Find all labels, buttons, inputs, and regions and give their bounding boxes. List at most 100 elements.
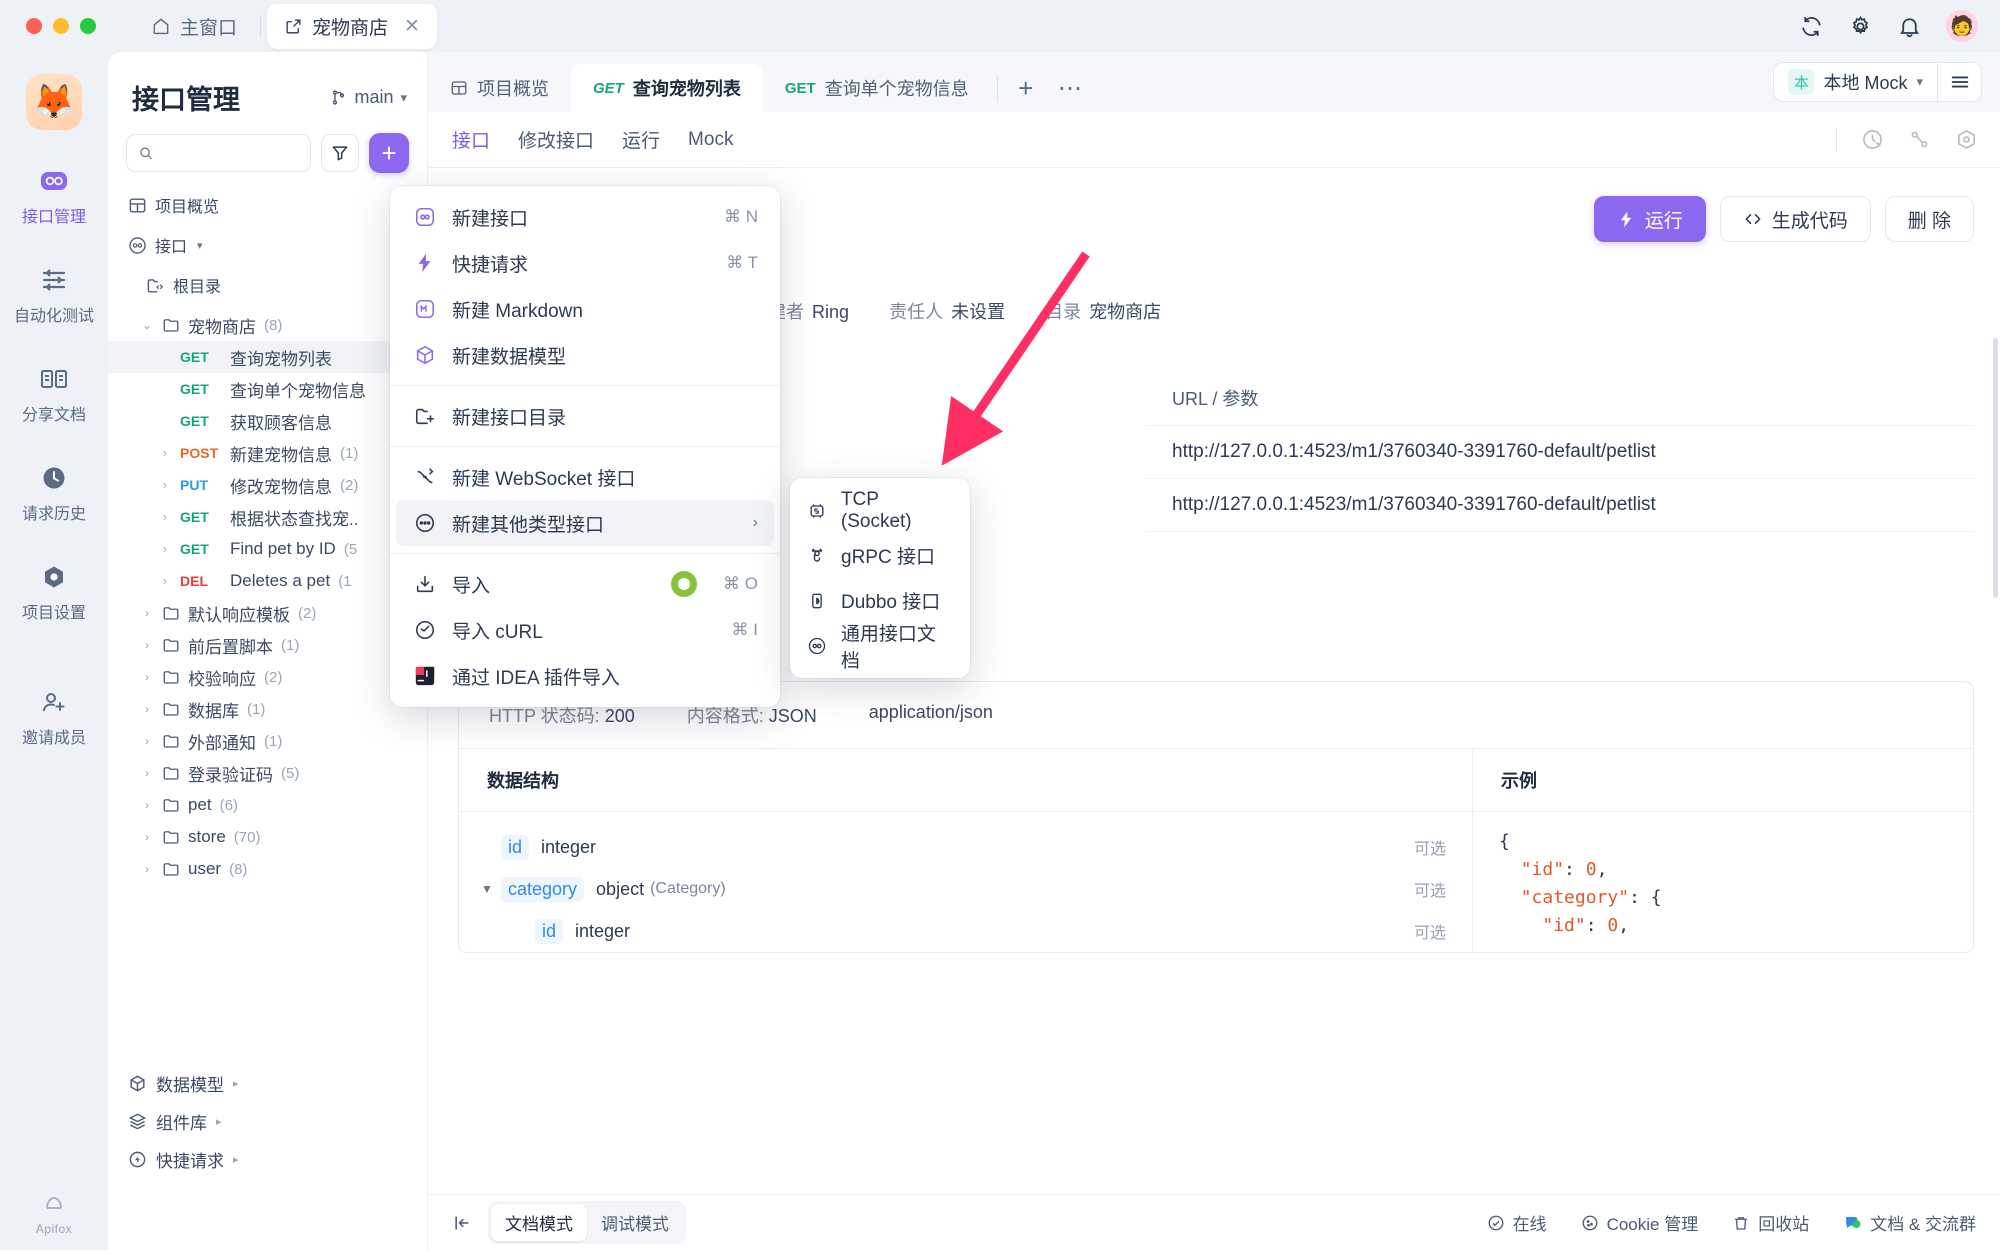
tree-folder-row[interactable]: › 外部通知 (1) xyxy=(108,725,427,757)
chevron-down-icon[interactable]: ▾ xyxy=(197,239,203,252)
maximize-window-button[interactable] xyxy=(80,18,96,34)
tab-project-overview[interactable]: 项目概览 xyxy=(428,64,571,112)
menu-item[interactable]: 新建接口目录 xyxy=(396,393,774,439)
menu-item[interactable]: 新建 Markdown xyxy=(396,286,774,332)
cookie-manager[interactable]: Cookie 管理 xyxy=(1581,1210,1698,1235)
tab-query-pet-list[interactable]: GET 查询宠物列表 xyxy=(571,64,763,112)
window-tab-project[interactable]: 宠物商店 ✕ xyxy=(267,3,437,49)
tree-api-row[interactable]: › DEL Deletes a pet (1 xyxy=(108,565,427,597)
tab-query-single-pet[interactable]: GET 查询单个宠物信息 xyxy=(763,64,991,112)
collapse-left-icon[interactable] xyxy=(452,1213,472,1233)
branch-selector[interactable]: main ▾ xyxy=(330,87,407,108)
twisty-icon[interactable]: › xyxy=(140,830,154,844)
tree-folder-row[interactable]: › 数据库 (1) xyxy=(108,693,427,725)
tree-api-row[interactable]: GET 查询宠物列表 xyxy=(108,341,427,373)
tree-api-row[interactable]: › POST 新建宠物信息 (1) xyxy=(108,437,427,469)
chevron-right-icon[interactable]: ▸ xyxy=(233,1153,239,1166)
sidebar-item-quick-request[interactable]: 快捷请求 ▸ xyxy=(108,1140,428,1178)
tree-api-row[interactable]: › GET Find pet by ID (5 xyxy=(108,533,427,565)
subtab-mock[interactable]: Mock xyxy=(688,129,733,151)
window-tab-home[interactable]: 主窗口 xyxy=(134,4,254,49)
environment-menu-button[interactable] xyxy=(1938,62,1982,102)
window-controls[interactable] xyxy=(26,18,96,34)
delete-button[interactable]: 删 除 xyxy=(1884,196,1974,242)
sidebar-item-root-dir[interactable]: 根目录 xyxy=(128,265,427,305)
sidebar-item-component-library[interactable]: 组件库 ▸ xyxy=(108,1102,428,1140)
twisty-icon[interactable]: › xyxy=(140,798,154,812)
status-online[interactable]: 在线 xyxy=(1487,1210,1547,1235)
twisty-icon[interactable]: › xyxy=(140,670,154,684)
tree-api-row[interactable]: › GET 根据状态查找宠.. xyxy=(108,501,427,533)
tree-folder-row[interactable]: › pet (6) xyxy=(108,789,427,821)
twisty-icon[interactable]: › xyxy=(140,734,154,748)
twisty-icon[interactable]: › xyxy=(140,702,154,716)
new-tab-button[interactable]: + xyxy=(1004,64,1048,112)
environment-selector[interactable]: 本 本地 Mock ▾ xyxy=(1773,62,1938,102)
sidebar-item-api[interactable]: 接口 ▾ xyxy=(128,225,427,265)
menu-item[interactable]: 新建 WebSocket 接口 xyxy=(396,454,774,500)
settings-hex-icon[interactable] xyxy=(1955,128,1978,151)
twisty-icon[interactable]: › xyxy=(158,542,172,556)
vertical-scrollbar[interactable] xyxy=(1993,338,1998,598)
rail-item-share-docs[interactable]: 分享文档 xyxy=(6,358,102,431)
tree-api-row[interactable]: › PUT 修改宠物信息 (2) xyxy=(108,469,427,501)
submenu-item[interactable]: 通用接口文档 xyxy=(790,623,970,672)
sidebar-item-data-models[interactable]: 数据模型 ▸ xyxy=(108,1064,428,1102)
create-dropdown-menu[interactable]: 新建接口 ⌘ N 快捷请求 ⌘ T 新建 Markdown 新建数据模型 新建接口目录 新建 … xyxy=(390,186,780,707)
twisty-icon[interactable]: › xyxy=(140,862,154,876)
menu-item[interactable]: 快捷请求 ⌘ T xyxy=(396,240,774,286)
menu-item[interactable]: 通过 IDEA 插件导入 xyxy=(396,653,774,699)
mode-doc[interactable]: 文档模式 xyxy=(491,1204,587,1241)
submenu-item[interactable]: gRPC 接口 xyxy=(790,533,970,578)
twisty-icon[interactable]: ⌄ xyxy=(140,318,154,332)
url-row[interactable]: http://127.0.0.1:4523/m1/3760340-3391760… xyxy=(1146,479,1974,532)
tree-folder-row[interactable]: › store (70) xyxy=(108,821,427,853)
twisty-icon[interactable]: ▼ xyxy=(481,882,501,896)
avatar[interactable]: 🧑 xyxy=(1946,10,1978,42)
minimize-window-button[interactable] xyxy=(53,18,69,34)
rail-item-automation-test[interactable]: 自动化测试 xyxy=(6,259,102,332)
menu-item[interactable]: 新建其他类型接口 › xyxy=(396,500,774,546)
history-edit-icon[interactable] xyxy=(1861,128,1884,151)
search-input[interactable] xyxy=(161,144,299,162)
chevron-right-icon[interactable]: ▸ xyxy=(233,1077,239,1090)
twisty-icon[interactable]: › xyxy=(140,606,154,620)
fox-logo[interactable]: 🦊 xyxy=(26,74,82,130)
mode-debug[interactable]: 调试模式 xyxy=(587,1204,683,1241)
tree-folder-row[interactable]: › 登录验证码 (5) xyxy=(108,757,427,789)
twisty-icon[interactable]: › xyxy=(158,574,172,588)
close-icon[interactable]: ✕ xyxy=(404,15,420,38)
close-window-button[interactable] xyxy=(26,18,42,34)
generate-code-button[interactable]: 生成代码 xyxy=(1719,196,1871,242)
twisty-icon[interactable]: › xyxy=(158,510,172,524)
submenu-item[interactable]: TCP (Socket) xyxy=(790,488,970,533)
twisty-icon[interactable]: › xyxy=(140,766,154,780)
tree-folder-row[interactable]: ⌄ 宠物商店 (8) xyxy=(108,309,427,341)
search-box[interactable] xyxy=(126,134,311,172)
share-nodes-icon[interactable] xyxy=(1908,128,1931,151)
bell-icon[interactable] xyxy=(1897,14,1922,39)
chevron-right-icon[interactable]: ▸ xyxy=(216,1115,222,1128)
subtab-edit-api[interactable]: 修改接口 xyxy=(518,126,594,153)
docs-and-community[interactable]: 文档 & 交流群 xyxy=(1843,1210,1976,1235)
twisty-icon[interactable]: › xyxy=(158,478,172,492)
rail-item-request-history[interactable]: 请求历史 xyxy=(6,457,102,530)
rail-item-project-settings[interactable]: 项目设置 xyxy=(6,556,102,629)
menu-item[interactable]: 新建数据模型 xyxy=(396,332,774,378)
sync-icon[interactable] xyxy=(1799,14,1824,39)
tree-folder-row[interactable]: › user (8) xyxy=(108,853,427,885)
tree-folder-row[interactable]: › 默认响应模板 (2) xyxy=(108,597,427,629)
menu-item[interactable]: 导入 cURL ⌘ I xyxy=(396,607,774,653)
tree-api-row[interactable]: GET 获取顾客信息 xyxy=(108,405,427,437)
url-row[interactable]: http://127.0.0.1:4523/m1/3760340-3391760… xyxy=(1146,426,1974,479)
other-api-types-submenu[interactable]: TCP (Socket) gRPC 接口 Dubbo 接口 通用接口文档 xyxy=(790,478,970,678)
twisty-icon[interactable]: › xyxy=(158,446,172,460)
tab-overflow-button[interactable]: ⋯ xyxy=(1048,64,1092,112)
add-button[interactable]: + xyxy=(369,133,409,173)
tree-folder-row[interactable]: › 校验响应 (2) xyxy=(108,661,427,693)
subtab-run[interactable]: 运行 xyxy=(622,126,660,153)
menu-item[interactable]: 导入 ⌘ O xyxy=(396,561,774,607)
sidebar-item-project-overview[interactable]: 项目概览 xyxy=(128,185,427,225)
tree-folder-row[interactable]: › 前后置脚本 (1) xyxy=(108,629,427,661)
recycle-bin[interactable]: 回收站 xyxy=(1732,1210,1809,1235)
